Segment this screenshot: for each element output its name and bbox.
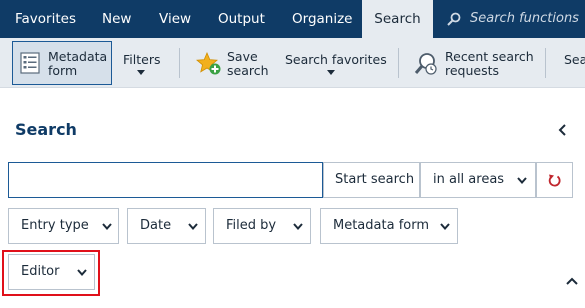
menu-new[interactable]: New — [102, 0, 131, 38]
filter-entry-type[interactable]: Entry type — [8, 208, 119, 244]
ribbon-separator — [398, 48, 399, 78]
chevron-down-icon — [293, 223, 303, 230]
truncated-ribbon-item[interactable]: Sea — [564, 53, 585, 67]
chevron-down-icon — [440, 223, 450, 230]
scope-label: in all areas — [433, 172, 505, 187]
chevron-up-icon[interactable] — [566, 277, 578, 285]
filter-date[interactable]: Date — [127, 208, 206, 244]
filter-label: Filed by — [226, 218, 277, 233]
form-icon — [20, 52, 40, 74]
menu-bar: Favorites New View Output Organize Searc… — [0, 0, 585, 38]
ribbon-toolbar: Metadata form Filters Save search Search… — [0, 38, 585, 88]
filter-label: Date — [140, 218, 172, 233]
chevron-down-icon — [102, 223, 112, 230]
save-search-label-1: Save — [227, 49, 258, 64]
metadata-form-label-2: form — [48, 63, 78, 78]
filter-editor[interactable]: Editor — [8, 254, 95, 290]
recent-search-label-1: Recent search — [445, 49, 534, 64]
menu-view[interactable]: View — [159, 0, 191, 38]
star-add-icon — [196, 52, 221, 75]
search-functions-placeholder: Search functions — [470, 11, 579, 26]
recent-search-requests-button[interactable]: Recent search requests — [410, 38, 535, 88]
search-input[interactable] — [8, 162, 323, 198]
ribbon-separator — [179, 48, 180, 78]
filter-label: Entry type — [21, 218, 89, 233]
menu-organize[interactable]: Organize — [292, 0, 352, 38]
chevron-down-icon — [327, 70, 335, 75]
filter-label: Metadata form — [333, 218, 430, 233]
filter-filed-by[interactable]: Filed by — [213, 208, 311, 244]
reset-icon — [548, 174, 561, 187]
search-icon — [447, 12, 461, 26]
menu-search[interactable]: Search — [362, 0, 433, 38]
metadata-form-label-1: Metadata — [48, 49, 108, 64]
recent-search-label-2: requests — [445, 63, 500, 78]
chevron-down-icon — [77, 269, 87, 276]
filter-label: Editor — [21, 264, 60, 279]
panel-title: Search — [15, 120, 77, 139]
start-search-button[interactable]: Start search — [323, 162, 420, 198]
search-favorites-button[interactable]: Search favorites — [282, 38, 387, 88]
scope-select[interactable]: in all areas — [420, 162, 536, 198]
chevron-down-icon — [517, 177, 527, 184]
filter-metadata-form[interactable]: Metadata form — [320, 208, 458, 244]
menu-output[interactable]: Output — [218, 0, 265, 38]
filters-button[interactable]: Filters — [118, 38, 168, 88]
chevron-left-icon[interactable] — [558, 124, 568, 136]
save-search-label-2: search — [227, 63, 269, 78]
ribbon-separator — [545, 48, 546, 78]
reset-search-button[interactable] — [536, 162, 573, 198]
chevron-down-icon — [188, 223, 198, 230]
recent-search-icon — [414, 53, 437, 75]
search-functions-field[interactable]: Search functions — [433, 0, 585, 38]
start-search-label: Start search — [335, 172, 415, 187]
chevron-down-icon — [137, 70, 145, 75]
menu-favorites[interactable]: Favorites — [15, 0, 76, 38]
save-search-button[interactable]: Save search — [192, 38, 272, 88]
metadata-form-button[interactable]: Metadata form — [12, 41, 112, 85]
filters-label: Filters — [123, 52, 161, 67]
search-favorites-label: Search favorites — [285, 52, 387, 67]
